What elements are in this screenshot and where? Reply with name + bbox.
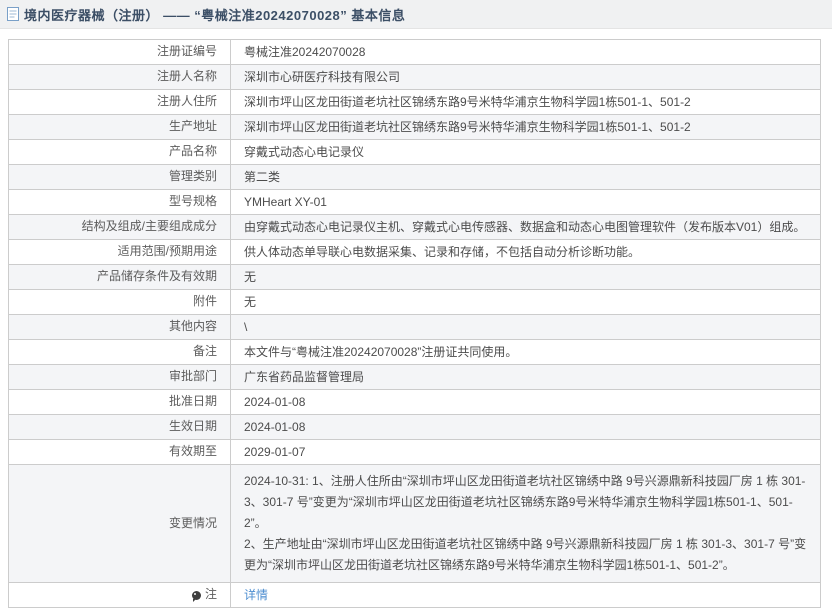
details-link[interactable]: 详情: [244, 586, 268, 604]
row-value: YMHeart XY-01: [244, 195, 327, 209]
row-label: 批准日期: [9, 390, 231, 414]
row-value: 深圳市心研医疗科技有限公司: [244, 70, 401, 84]
table-row-registration-number: 注册证编号 粤械注准20242070028: [9, 40, 820, 65]
row-label: 管理类别: [9, 165, 231, 189]
row-value: 深圳市坪山区龙田街道老坑社区锦绣东路9号米特华浦京生物科学园1栋501-1、50…: [244, 95, 691, 109]
document-icon: [7, 7, 19, 21]
note-label: 注: [204, 587, 217, 602]
row-label: 适用范围/预期用途: [9, 240, 231, 264]
row-value: 供人体动态单导联心电数据采集、记录和存储，不包括自动分析诊断功能。: [244, 245, 641, 259]
row-label: 变更情况: [9, 465, 231, 582]
note-icon: [191, 590, 201, 602]
row-label: 有效期至: [9, 440, 231, 464]
page-title: 境内医疗器械（注册） —— “粤械注准20242070028” 基本信息: [24, 7, 406, 23]
row-value: \: [244, 320, 248, 334]
row-label: 注: [9, 583, 231, 607]
row-label: 产品名称: [9, 140, 231, 164]
table-row-expiry-date: 有效期至 2029-01-07: [9, 440, 820, 465]
table-row-production-address: 生产地址 深圳市坪山区龙田街道老坑社区锦绣东路9号米特华浦京生物科学园1栋501…: [9, 115, 820, 140]
table-row-note: 注 详情: [9, 583, 820, 607]
row-value: 详情: [231, 583, 820, 607]
table-row-change-history: 变更情况 2024-10-31: 1、注册人住所由“深圳市坪山区龙田街道老坑社区…: [9, 465, 820, 583]
row-value: 无: [244, 295, 257, 309]
row-value: 2024-10-31: 1、注册人住所由“深圳市坪山区龙田街道老坑社区锦绣中路 …: [231, 465, 820, 582]
row-value: 广东省药品监督管理局: [244, 370, 365, 384]
row-label: 型号规格: [9, 190, 231, 214]
row-label: 其他内容: [9, 315, 231, 339]
row-label: 注册证编号: [9, 40, 231, 64]
table-row-model-spec: 型号规格 YMHeart XY-01: [9, 190, 820, 215]
table-row-approval-date: 批准日期 2024-01-08: [9, 390, 820, 415]
row-label: 产品储存条件及有效期: [9, 265, 231, 289]
row-value: 粤械注准20242070028: [244, 45, 366, 59]
row-label: 结构及组成/主要组成成分: [9, 215, 231, 239]
row-label: 注册人名称: [9, 65, 231, 89]
table-row-effective-date: 生效日期 2024-01-08: [9, 415, 820, 440]
row-label: 生产地址: [9, 115, 231, 139]
row-value: 由穿戴式动态心电记录仪主机、穿戴式心电传感器、数据盒和动态心电图管理软件（发布版…: [244, 220, 806, 234]
table-row-structure-composition: 结构及组成/主要组成成分 由穿戴式动态心电记录仪主机、穿戴式心电传感器、数据盒和…: [9, 215, 820, 240]
row-label: 注册人住所: [9, 90, 231, 114]
row-label: 生效日期: [9, 415, 231, 439]
row-value: 本文件与“粤械注准20242070028”注册证共同使用。: [244, 345, 518, 359]
table-row-storage-conditions: 产品储存条件及有效期 无: [9, 265, 820, 290]
row-label: 附件: [9, 290, 231, 314]
row-value: 2029-01-07: [244, 445, 306, 459]
row-label: 备注: [9, 340, 231, 364]
table-row-registrant-address: 注册人住所 深圳市坪山区龙田街道老坑社区锦绣东路9号米特华浦京生物科学园1栋50…: [9, 90, 820, 115]
row-value: 无: [244, 270, 257, 284]
row-label: 审批部门: [9, 365, 231, 389]
table-row-other-content: 其他内容 \: [9, 315, 820, 340]
row-value: 第二类: [244, 170, 281, 184]
table-row-attachments: 附件 无: [9, 290, 820, 315]
registration-table: 注册证编号 粤械注准20242070028 注册人名称 深圳市心研医疗科技有限公…: [8, 39, 821, 608]
table-row-product-name: 产品名称 穿戴式动态心电记录仪: [9, 140, 820, 165]
table-row-remarks: 备注 本文件与“粤械注准20242070028”注册证共同使用。: [9, 340, 820, 365]
table-row-intended-use: 适用范围/预期用途 供人体动态单导联心电数据采集、记录和存储，不包括自动分析诊断…: [9, 240, 820, 265]
table-row-registrant-name: 注册人名称 深圳市心研医疗科技有限公司: [9, 65, 820, 90]
table-row-approval-department: 审批部门 广东省药品监督管理局: [9, 365, 820, 390]
row-value: 2024-01-08: [244, 420, 306, 434]
change-history-line: 2024-10-31: 1、注册人住所由“深圳市坪山区龙田街道老坑社区锦绣中路 …: [244, 474, 806, 530]
title-bar: 境内医疗器械（注册） —— “粤械注准20242070028” 基本信息: [0, 0, 832, 29]
table-row-management-class: 管理类别 第二类: [9, 165, 820, 190]
row-value: 穿戴式动态心电记录仪: [244, 145, 365, 159]
row-value: 深圳市坪山区龙田街道老坑社区锦绣东路9号米特华浦京生物科学园1栋501-1、50…: [244, 120, 691, 134]
row-value: 2024-01-08: [244, 395, 306, 409]
change-history-line: 2、生产地址由“深圳市坪山区龙田街道老坑社区锦绣中路 9号兴源鼎新科技园厂房 1…: [244, 537, 807, 572]
